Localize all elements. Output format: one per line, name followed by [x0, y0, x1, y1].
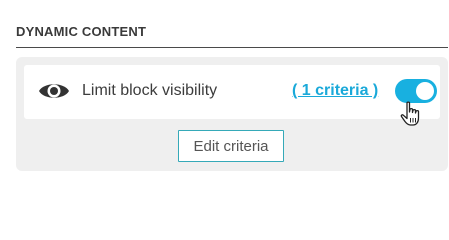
- section-title: DYNAMIC CONTENT: [16, 24, 147, 39]
- toggle-knob: [416, 82, 434, 100]
- section-divider: [16, 47, 448, 48]
- edit-criteria-button[interactable]: Edit criteria: [178, 130, 284, 162]
- dynamic-content-panel: Limit block visibility ( 1 criteria ) Ed…: [16, 57, 448, 171]
- visibility-label: Limit block visibility: [82, 82, 218, 99]
- criteria-link[interactable]: ( 1 criteria ): [292, 82, 378, 100]
- visibility-toggle[interactable]: [395, 79, 437, 103]
- hand-pointer-icon: [400, 101, 420, 126]
- visibility-row: Limit block visibility ( 1 criteria ): [24, 65, 440, 126]
- eye-icon: [39, 84, 69, 98]
